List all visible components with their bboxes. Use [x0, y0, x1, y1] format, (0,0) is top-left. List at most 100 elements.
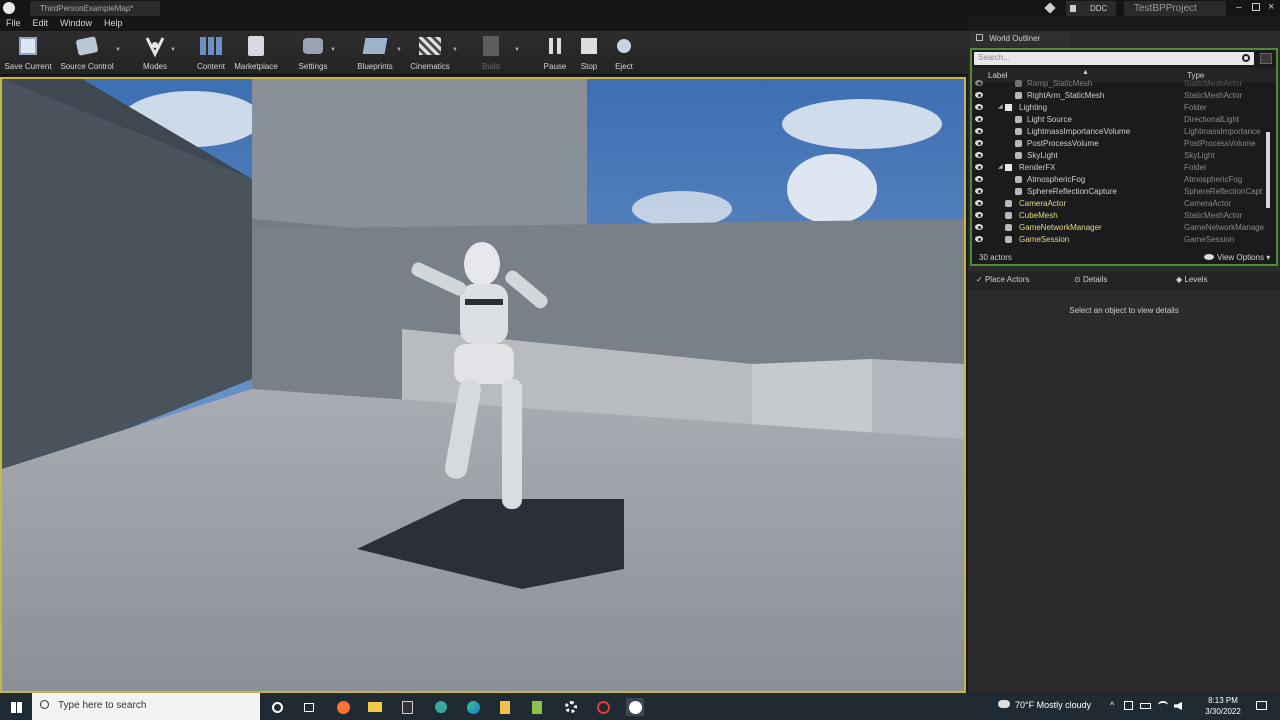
gear-icon[interactable]	[562, 698, 580, 716]
visibility-eye-icon[interactable]	[975, 212, 983, 218]
weather-widget[interactable]: 70°F Mostly cloudy	[998, 700, 1091, 710]
blueprints-button[interactable]: Blueprints	[354, 33, 396, 73]
tab-details[interactable]: ⊙ Details	[1074, 275, 1107, 284]
clock[interactable]: 8:13 PM 3/30/2022	[1200, 695, 1246, 717]
outliner-row[interactable]: AtmosphericFog AtmosphericFog	[974, 174, 1274, 186]
outliner-row[interactable]: SphereReflectionCapture SphereReflectionC…	[974, 186, 1274, 198]
pause-button[interactable]: Pause	[540, 33, 570, 73]
volume-icon[interactable]	[1174, 702, 1182, 710]
visibility-eye-icon[interactable]	[975, 116, 983, 122]
view-options-button[interactable]: View Options ▾	[1204, 253, 1270, 262]
outliner-search-input[interactable]: Search...	[974, 52, 1254, 65]
cinematics-button[interactable]: Cinematics	[408, 33, 452, 73]
outliner-row-label: Light Source	[1027, 115, 1072, 124]
expand-arrow-icon[interactable]: ◢	[998, 103, 1003, 110]
outliner-row[interactable]: Light Source DirectionalLight	[974, 114, 1274, 126]
visibility-eye-icon[interactable]	[975, 128, 983, 134]
windows-start-icon[interactable]	[7, 698, 25, 716]
search-icon[interactable]	[1242, 54, 1250, 62]
visibility-eye-icon[interactable]	[975, 140, 983, 146]
unreal-engine-taskbar-icon[interactable]	[626, 698, 644, 716]
maximize-button[interactable]	[1252, 3, 1260, 11]
outliner-row-type: PostProcessVolume	[1184, 139, 1256, 148]
marketplace-button[interactable]: Marketplace	[232, 33, 280, 73]
source-control-dropdown-icon[interactable]: ▼	[115, 47, 121, 53]
modes-dropdown-icon[interactable]: ▼	[170, 47, 176, 53]
visibility-eye-icon[interactable]	[975, 224, 983, 230]
settings-dropdown-icon[interactable]: ▼	[330, 47, 336, 53]
outliner-row[interactable]: ◢ Lighting Folder	[974, 102, 1274, 114]
visibility-eye-icon[interactable]	[975, 92, 983, 98]
unreal-logo-icon[interactable]	[3, 2, 15, 14]
visibility-eye-icon[interactable]	[975, 80, 983, 86]
recorder-icon[interactable]	[594, 698, 612, 716]
app-icon[interactable]	[432, 698, 450, 716]
outliner-row[interactable]: RightArm_StaticMesh StaticMeshActor	[974, 90, 1274, 102]
stop-button[interactable]: Stop	[576, 33, 602, 73]
visibility-eye-icon[interactable]	[975, 104, 983, 110]
details-icon: ⊙	[1074, 275, 1083, 284]
tray-chevron-icon[interactable]: ^	[1110, 700, 1114, 710]
network-icon[interactable]	[1124, 701, 1133, 710]
settings-button[interactable]: Settings	[296, 33, 330, 73]
visibility-eye-icon[interactable]	[975, 188, 983, 194]
wifi-icon[interactable]	[1158, 701, 1168, 709]
close-button[interactable]: ×	[1268, 1, 1274, 13]
ddc-icon	[1070, 5, 1076, 12]
save-current-button[interactable]: Save Current	[4, 33, 52, 73]
world-outliner-tab[interactable]: World Outliner	[970, 31, 1070, 47]
outliner-row[interactable]: GameSession GameSession	[974, 234, 1274, 246]
document-tab[interactable]: ThirdPersonExampleMap*	[30, 1, 160, 16]
source-control-button[interactable]: Source Control	[58, 33, 116, 73]
menu-edit[interactable]: Edit	[27, 17, 55, 29]
notepad-icon[interactable]	[496, 698, 514, 716]
cortana-icon[interactable]	[268, 698, 286, 716]
cloud-icon	[998, 700, 1010, 708]
menu-help[interactable]: Help	[98, 17, 129, 29]
outliner-row[interactable]: SkyLight SkyLight	[974, 150, 1274, 162]
outliner-options-icon[interactable]	[1260, 53, 1272, 64]
firefox-icon[interactable]	[334, 698, 352, 716]
menu-file[interactable]: File	[0, 17, 27, 29]
taskbar-search-box[interactable]: Type here to search	[32, 693, 260, 720]
outliner-row[interactable]: LightmassImportanceVolume LightmassImport…	[974, 126, 1274, 138]
outliner-row[interactable]: PostProcessVolume PostProcessVolume	[974, 138, 1274, 150]
tab-place-actors[interactable]: ✓ Place Actors	[976, 275, 1029, 284]
modes-button[interactable]: Modes	[138, 33, 172, 73]
minimize-button[interactable]: –	[1236, 2, 1242, 13]
outliner-scrollbar[interactable]	[1266, 132, 1270, 208]
cinematics-dropdown-icon[interactable]: ▼	[452, 47, 458, 53]
visibility-eye-icon[interactable]	[975, 236, 983, 242]
visibility-eye-icon[interactable]	[975, 164, 983, 170]
build-button[interactable]: Build	[476, 33, 506, 73]
edge-icon[interactable]	[464, 698, 482, 716]
outliner-row[interactable]: GameNetworkManager GameNetworkManage	[974, 222, 1274, 234]
outliner-row[interactable]: Ramp_StaticMesh StaticMeshActor	[974, 78, 1274, 90]
spreadsheet-icon[interactable]	[528, 698, 546, 716]
visibility-eye-icon[interactable]	[975, 176, 983, 182]
actor-icon	[1015, 116, 1022, 123]
file-explorer-icon[interactable]	[366, 698, 384, 716]
build-dropdown-icon[interactable]: ▼	[514, 47, 520, 53]
expand-arrow-icon[interactable]: ◢	[998, 163, 1003, 170]
cinematics-label: Cinematics	[410, 62, 450, 71]
epic-games-icon[interactable]	[398, 698, 416, 716]
visibility-eye-icon[interactable]	[975, 200, 983, 206]
content-label: Content	[196, 62, 226, 71]
outliner-row[interactable]: CameraActor CameraActor	[974, 198, 1274, 210]
menu-window[interactable]: Window	[54, 17, 98, 29]
ddc-button[interactable]: DDC	[1066, 1, 1116, 16]
level-viewport[interactable]	[0, 77, 966, 693]
outliner-row[interactable]: ◢ RenderFX Folder	[974, 162, 1274, 174]
task-view-icon[interactable]	[300, 698, 318, 716]
notification-center-icon[interactable]	[1256, 701, 1267, 710]
battery-icon[interactable]	[1140, 703, 1151, 709]
notifications-icon[interactable]	[1044, 2, 1056, 14]
tab-levels[interactable]: ◆ Levels	[1176, 275, 1208, 284]
content-button[interactable]: Content	[194, 33, 228, 73]
visibility-eye-icon[interactable]	[975, 152, 983, 158]
blueprints-dropdown-icon[interactable]: ▼	[396, 47, 402, 53]
outliner-row[interactable]: CubeMesh StaticMeshActor	[974, 210, 1274, 222]
eject-button[interactable]: Eject	[610, 33, 638, 73]
project-name: TestBPProject	[1124, 1, 1226, 16]
